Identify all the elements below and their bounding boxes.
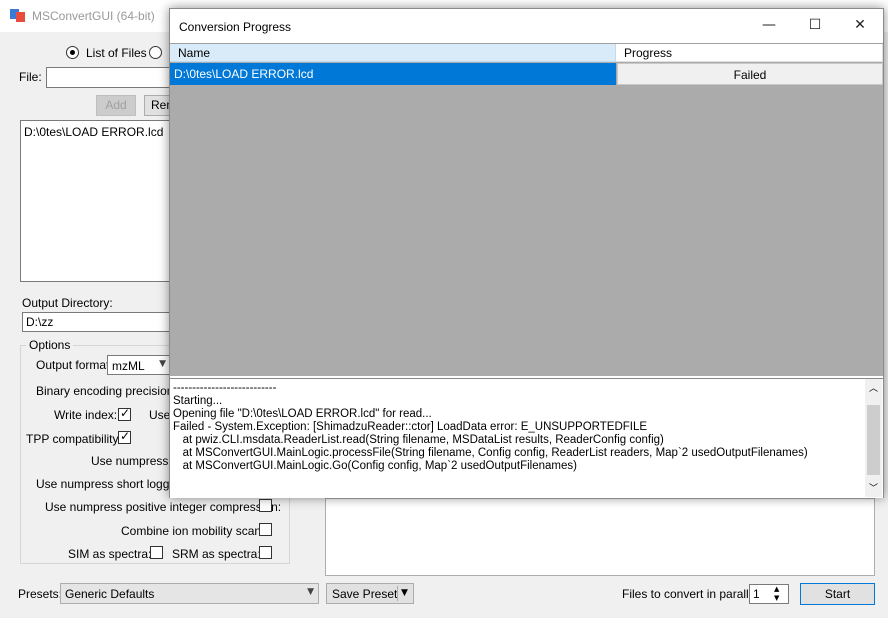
output-format-label: Output format:: [36, 358, 113, 372]
output-directory-label: Output Directory:: [22, 296, 113, 310]
sim-as-spectra-label: SIM as spectra:: [68, 547, 152, 561]
combine-ion-mobility-label: Combine ion mobility scans:: [121, 524, 271, 538]
dialog-title: Conversion Progress: [179, 20, 292, 34]
add-button[interactable]: Add: [96, 95, 136, 116]
write-index-label: Write index:: [54, 408, 118, 422]
file-label: File:: [19, 70, 42, 84]
output-format-value: mzML: [112, 359, 145, 373]
presets-value: Generic Defaults: [65, 587, 155, 601]
row-progress-cell[interactable]: Failed: [617, 63, 883, 85]
chevron-down-icon[interactable]: ▼: [401, 588, 408, 598]
tpp-compatibility-checkbox[interactable]: [118, 429, 131, 444]
column-header-progress[interactable]: Progress: [616, 44, 883, 62]
column-header-name[interactable]: Name: [170, 44, 616, 62]
stepper-up-icon[interactable]: ▲: [774, 585, 779, 594]
scroll-down-icon[interactable]: ﹀: [869, 481, 878, 494]
presets-select[interactable]: Generic Defaults ▼: [60, 583, 319, 604]
start-button[interactable]: Start: [800, 583, 875, 605]
tpp-compatibility-label: TPP compatibility:: [26, 432, 122, 446]
parallel-value: 1: [753, 587, 760, 601]
dialog-title-bar: Conversion Progress — ☐ ✕: [170, 9, 883, 43]
app-icon: [10, 9, 25, 22]
list-item[interactable]: D:\0tes\LOAD ERROR.lcd: [24, 125, 163, 139]
output-format-select[interactable]: mzML ▼: [107, 355, 171, 375]
srm-as-spectra-checkbox[interactable]: [259, 546, 272, 559]
file-list[interactable]: D:\0tes\LOAD ERROR.lcd: [20, 120, 175, 282]
main-window-title: MSConvertGUI (64-bit): [32, 9, 155, 23]
file-of-file-names-radio[interactable]: [149, 46, 162, 59]
progress-grid[interactable]: Name Progress D:\0tes\LOAD ERROR.lcd Fai…: [170, 43, 883, 376]
chevron-down-icon: ▼: [159, 359, 166, 369]
presets-label: Presets:: [18, 587, 63, 601]
filters-panel: [325, 498, 875, 576]
stepper-down-icon[interactable]: ▼: [774, 594, 779, 603]
log-textbox[interactable]: --------------------------- Starting... …: [170, 378, 883, 498]
options-label: Options: [26, 338, 74, 352]
maximize-icon[interactable]: ☐: [792, 9, 838, 41]
log-scrollbar[interactable]: ︿ ﹀: [865, 379, 882, 497]
save-preset-label: Save Preset: [332, 587, 398, 601]
save-preset-button[interactable]: Save Preset ▼: [326, 583, 414, 604]
combine-ion-mobility-checkbox[interactable]: [259, 523, 272, 536]
row-name-cell[interactable]: D:\0tes\LOAD ERROR.lcd: [170, 63, 616, 85]
output-directory-input[interactable]: D:\zz: [22, 312, 176, 332]
parallel-stepper[interactable]: 1 ▲ ▼: [749, 584, 789, 604]
split-divider: [397, 586, 398, 601]
close-icon[interactable]: ✕: [837, 9, 883, 41]
use-label: Use: [149, 408, 171, 422]
conversion-progress-dialog: Conversion Progress — ☐ ✕ Name Progress …: [169, 8, 884, 498]
list-of-files-label: List of Files: [86, 46, 147, 60]
file-input[interactable]: [46, 67, 176, 88]
sim-as-spectra-checkbox[interactable]: [150, 546, 163, 559]
write-index-checkbox[interactable]: [118, 406, 131, 421]
log-text: --------------------------- Starting... …: [173, 382, 808, 472]
chevron-down-icon: ▼: [307, 587, 314, 597]
parallel-label: Files to convert in parallel:: [622, 587, 762, 601]
binary-encoding-label: Binary encoding precision:: [36, 384, 177, 398]
list-of-files-radio[interactable]: [66, 46, 79, 59]
scroll-up-icon[interactable]: ︿: [869, 381, 878, 394]
numpress-positive-checkbox[interactable]: [259, 499, 272, 512]
scrollbar-thumb[interactable]: [867, 405, 880, 475]
srm-as-spectra-label: SRM as spectra:: [172, 547, 261, 561]
minimize-icon[interactable]: —: [746, 9, 792, 41]
numpress-positive-label: Use numpress positive integer compressio…: [45, 500, 282, 514]
